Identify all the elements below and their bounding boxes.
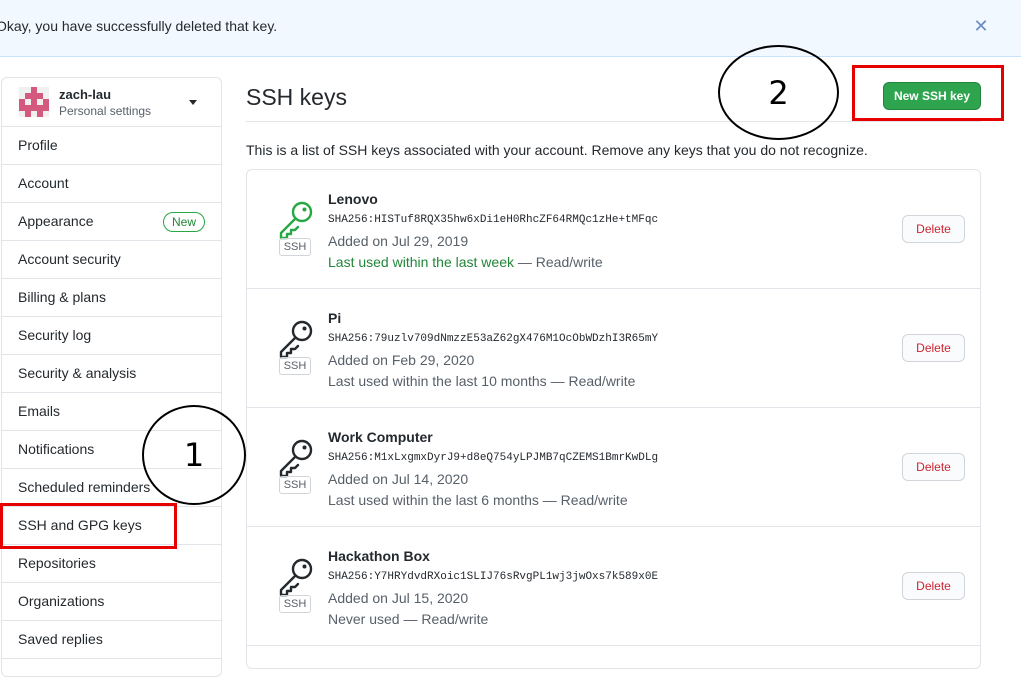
sidebar-item-label: Profile [18,137,58,153]
key-last-used: Never used — Read/write [328,611,488,627]
last-used-text: Last used within the last 6 months [328,492,539,508]
sidebar-item-saved-replies[interactable]: Saved replies [2,621,221,659]
chevron-down-icon[interactable] [189,100,197,105]
ssh-key-item: SSH Work Computer SHA256:M1xLxgmxDyrJ9+d… [247,408,980,527]
key-added-date: Added on Feb 29, 2020 [328,352,475,368]
key-added-date: Added on Jul 15, 2020 [328,590,469,606]
sidebar-item-label: Notifications [18,441,95,457]
sidebar-item-label: Account [18,175,69,191]
annotation-highlight-new-key [852,65,1004,121]
settings-sidebar: zach-lau Personal settings Profile Accou… [1,77,222,677]
sidebar-item-account-security[interactable]: Account security [2,241,221,279]
sidebar-item-label: Security log [18,327,92,343]
key-added-date: Added on Jul 29, 2019 [328,233,469,249]
flash-message: Okay, you have successfully deleted that… [0,18,278,34]
sidebar-item-label: Scheduled reminders [18,479,151,495]
key-title: Pi [328,310,342,326]
last-used-text: Never used [328,611,400,627]
key-added-date: Added on Jul 14, 2020 [328,471,469,487]
sidebar-item-label: Repositories [18,555,96,571]
sidebar-item-label: Security & analysis [18,365,137,381]
ssh-key-item: SSH Pi SHA256:79uzlv709dNmzzE53aZ62gX476… [247,289,980,408]
sidebar-item-label: Organizations [18,593,105,609]
sidebar-item-label: Account security [18,251,121,267]
delete-key-button[interactable]: Delete [902,215,965,243]
sidebar-item-label: Saved replies [18,631,103,647]
sidebar-item-label: Emails [18,403,61,419]
sidebar-item-repositories[interactable]: Repositories [2,545,221,583]
close-icon[interactable]: ✕ [972,17,990,35]
key-fingerprint: SHA256:79uzlv709dNmzzE53aZ62gX476M1OcObW… [328,333,659,345]
avatar [19,87,49,117]
annotation-highlight-sidebar [0,503,177,549]
ssh-key-item: SSH Lenovo SHA256:HISTuf8RQX35hw6xDi1eH0… [247,170,980,289]
access-level: — Read/write [538,492,628,508]
key-title: Hackathon Box [328,548,430,564]
last-used-text: Last used within the last week [328,254,514,270]
delete-key-button[interactable]: Delete [902,453,965,481]
account-switcher[interactable]: zach-lau Personal settings [2,78,221,127]
key-icon [279,201,313,240]
sidebar-item-security-log[interactable]: Security log [2,317,221,355]
flash-banner: Okay, you have successfully deleted that… [0,0,1021,57]
sidebar-item-label: Appearance [18,213,94,229]
sidebar-item-security-analysis[interactable]: Security & analysis [2,355,221,393]
ssh-key-list: SSH Lenovo SHA256:HISTuf8RQX35hw6xDi1eH0… [246,169,981,669]
ssh-type-label: SSH [279,357,311,375]
sidebar-item-billing[interactable]: Billing & plans [2,279,221,317]
access-level: — Read/write [514,254,603,270]
sidebar-item-profile[interactable]: Profile [2,127,221,165]
ssh-type-label: SSH [279,238,311,256]
delete-key-button[interactable]: Delete [902,334,965,362]
key-title: Work Computer [328,429,433,445]
key-fingerprint: SHA256:M1xLxgmxDyrJ9+d8eQ754yLPJMB7qCZEM… [328,452,659,464]
page-title: SSH keys [246,84,347,110]
user-subtitle: Personal settings [59,104,152,118]
annotation-step-1: 1 [142,405,246,505]
key-last-used: Last used within the last 6 months — Rea… [328,492,628,508]
sidebar-item-account[interactable]: Account [2,165,221,203]
intro-text: This is a list of SSH keys associated wi… [246,142,868,158]
key-icon [279,320,313,359]
ssh-type-label: SSH [279,595,311,613]
key-last-used: Last used within the last week — Read/wr… [328,254,603,270]
divider [246,121,981,122]
access-level: — Read/write [546,373,636,389]
delete-key-button[interactable]: Delete [902,572,965,600]
ssh-type-label: SSH [279,476,311,494]
last-used-text: Last used within the last 10 months [328,373,547,389]
key-fingerprint: SHA256:Y7HRYdvdRXoic1SLIJ76sRvgPL1wj3jwO… [328,571,659,583]
sidebar-item-appearance[interactable]: Appearance New [2,203,221,241]
username: zach-lau [59,87,112,102]
key-icon [279,558,313,597]
key-icon [279,439,313,478]
ssh-key-item: SSH Hackathon Box SHA256:Y7HRYdvdRXoic1S… [247,527,980,646]
sidebar-item-organizations[interactable]: Organizations [2,583,221,621]
sidebar-item-label: Billing & plans [18,289,106,305]
annotation-step-2: 2 [718,45,839,140]
key-title: Lenovo [328,191,378,207]
access-level: — Read/write [399,611,489,627]
key-fingerprint: SHA256:HISTuf8RQX35hw6xDi1eH0RhcZF64RMQc… [328,214,659,226]
key-last-used: Last used within the last 10 months — Re… [328,373,635,389]
new-badge: New [162,212,205,232]
